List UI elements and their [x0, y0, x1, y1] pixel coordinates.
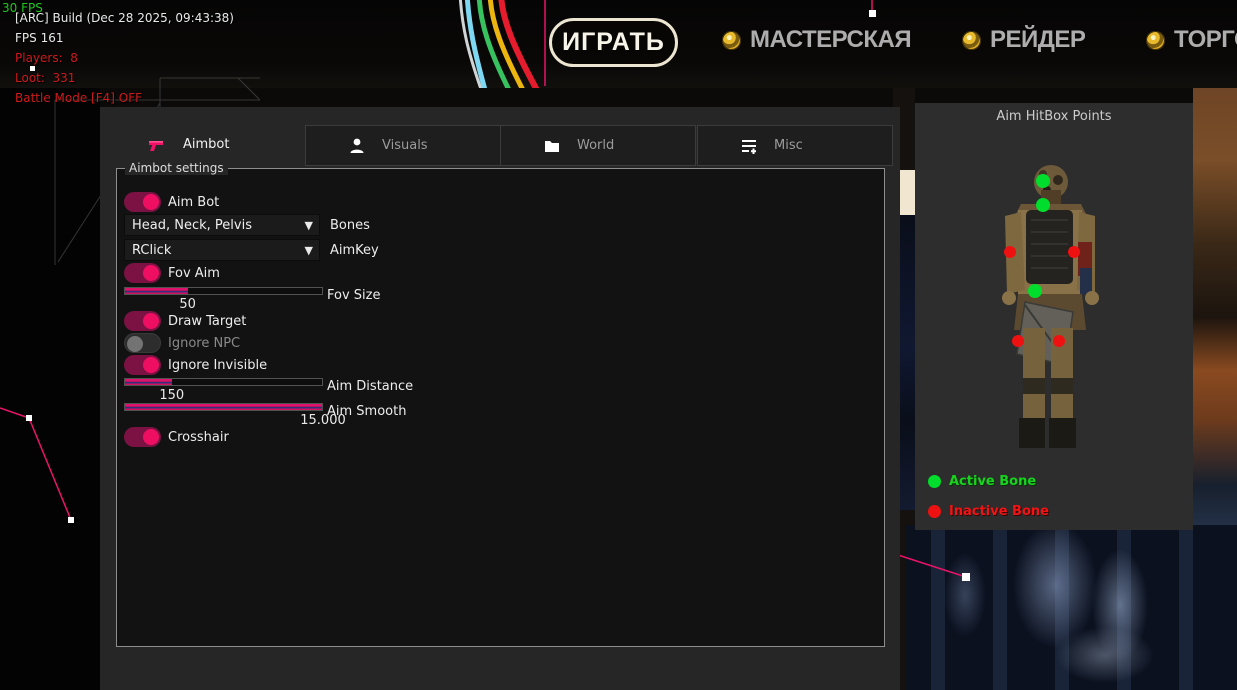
group-title: Aimbot settings — [125, 161, 228, 175]
bones-value: Head, Neck, Pelvis — [132, 218, 252, 233]
hitbox-panel-title: Aim HitBox Points — [915, 109, 1193, 124]
chevron-down-icon: ▼ — [305, 240, 313, 261]
tab-aimbot[interactable]: Aimbot — [130, 125, 290, 166]
loot-marker — [26, 415, 32, 421]
chevron-down-icon: ▼ — [305, 215, 313, 236]
aim-distance-value: 150 — [159, 388, 184, 403]
fov-size-label: Fov Size — [327, 288, 380, 303]
player-model-preview — [985, 160, 1115, 455]
legend-inactive-bone: Inactive Bone — [928, 504, 1049, 519]
inactive-bone-label: Inactive Bone — [949, 504, 1049, 519]
aimkey-dropdown[interactable]: RClick ▼ — [124, 239, 320, 261]
loot-marker — [68, 517, 74, 523]
hitbox-point-head[interactable] — [1036, 174, 1050, 188]
fov-aim-label: Fov Aim — [168, 266, 220, 281]
cheat-menu-panel: Aimbot Visuals World — [100, 107, 900, 690]
fov-size-slider[interactable] — [124, 287, 323, 295]
aim-smooth-slider[interactable] — [124, 403, 323, 411]
hitbox-point-neck[interactable] — [1036, 198, 1050, 212]
aimkey-label: AimKey — [330, 243, 379, 258]
inactive-bone-dot — [928, 505, 941, 518]
coin-icon — [722, 31, 741, 50]
active-bone-dot — [928, 475, 941, 488]
menu-item-trade[interactable]: ТОРГО — [1146, 26, 1237, 54]
active-bone-label: Active Bone — [949, 474, 1036, 489]
draw-target-label: Draw Target — [168, 314, 246, 329]
fov-aim-toggle[interactable] — [124, 263, 161, 283]
hitbox-panel: Aim HitBox Points — [915, 103, 1193, 530]
crosshair-label: Crosshair — [168, 430, 229, 445]
aimkey-value: RClick — [132, 243, 171, 258]
play-button[interactable]: ИГРАТЬ — [549, 18, 678, 67]
ignore-invisible-toggle[interactable] — [124, 355, 161, 375]
person-icon — [348, 137, 366, 155]
draw-target-toggle[interactable] — [124, 311, 161, 331]
tab-label: Misc — [774, 138, 803, 153]
playlist-add-icon — [740, 137, 758, 155]
tab-misc[interactable]: Misc — [697, 125, 893, 166]
hitbox-point-left-knee[interactable] — [1012, 335, 1024, 347]
hitbox-point-right-shoulder[interactable] — [1068, 246, 1080, 258]
aim-bot-label: Aim Bot — [168, 195, 219, 210]
crosshair-toggle[interactable] — [124, 427, 161, 447]
pistol-icon — [148, 138, 164, 153]
tab-label: Aimbot — [183, 137, 229, 152]
aim-smooth-label: Aim Smooth — [327, 404, 406, 419]
tab-visuals[interactable]: Visuals — [305, 125, 501, 166]
ignore-npc-toggle[interactable] — [124, 333, 161, 353]
bones-dropdown[interactable]: Head, Neck, Pelvis ▼ — [124, 214, 320, 236]
coin-icon — [1146, 31, 1165, 50]
players-count: Players: 8 — [15, 51, 78, 65]
folder-icon — [543, 137, 561, 155]
fov-size-value: 50 — [179, 297, 196, 312]
menu-item-label: ТОРГО — [1174, 26, 1237, 54]
hitbox-point-left-shoulder[interactable] — [1004, 246, 1016, 258]
aim-distance-slider[interactable] — [124, 378, 323, 386]
legend-active-bone: Active Bone — [928, 474, 1036, 489]
hitbox-point-pelvis[interactable] — [1028, 284, 1042, 298]
battle-mode-status: Battle Mode [F4] OFF — [15, 91, 142, 105]
game-screen: 30 FPS [ARC] Build (Dec 28 2025, 09:43:3… — [0, 0, 1237, 690]
ignore-invisible-label: Ignore Invisible — [168, 358, 267, 373]
loot-marker — [962, 573, 970, 581]
aim-bot-toggle[interactable] — [124, 192, 161, 212]
tab-label: World — [577, 138, 614, 153]
build-info: [ARC] Build (Dec 28 2025, 09:43:38) — [15, 11, 234, 25]
loot-marker — [869, 10, 876, 17]
tab-label: Visuals — [382, 138, 428, 153]
fps-info: FPS 161 — [15, 31, 63, 45]
bones-label: Bones — [330, 218, 370, 233]
ignore-npc-label: Ignore NPC — [168, 336, 240, 351]
menu-item-label: РЕЙДЕР — [990, 26, 1085, 54]
tab-world[interactable]: World — [500, 125, 696, 166]
hitbox-point-right-knee[interactable] — [1053, 335, 1065, 347]
menu-item-label: МАСТЕРСКАЯ — [750, 26, 911, 54]
aim-distance-label: Aim Distance — [327, 379, 413, 394]
coin-icon — [962, 31, 981, 50]
loot-count: Loot: 331 — [15, 71, 75, 85]
menu-item-raider[interactable]: РЕЙДЕР — [962, 26, 1085, 54]
menu-item-workshop[interactable]: МАСТЕРСКАЯ — [722, 26, 911, 54]
